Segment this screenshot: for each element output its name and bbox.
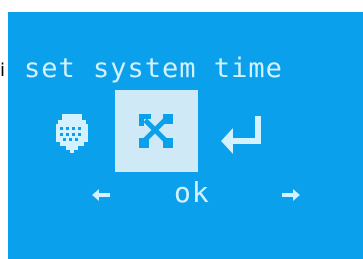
enter-icon[interactable]	[219, 114, 267, 156]
page: i set system time ok	[0, 0, 363, 259]
ok-button[interactable]: ok	[174, 176, 210, 210]
arrow-left-icon[interactable]	[88, 182, 114, 208]
stray-char: i	[0, 60, 6, 81]
tools-icon[interactable]	[135, 110, 177, 152]
screen-title: set system time	[24, 53, 283, 84]
arrow-right-icon[interactable]	[278, 182, 304, 208]
calendar-icon[interactable]	[52, 112, 92, 154]
